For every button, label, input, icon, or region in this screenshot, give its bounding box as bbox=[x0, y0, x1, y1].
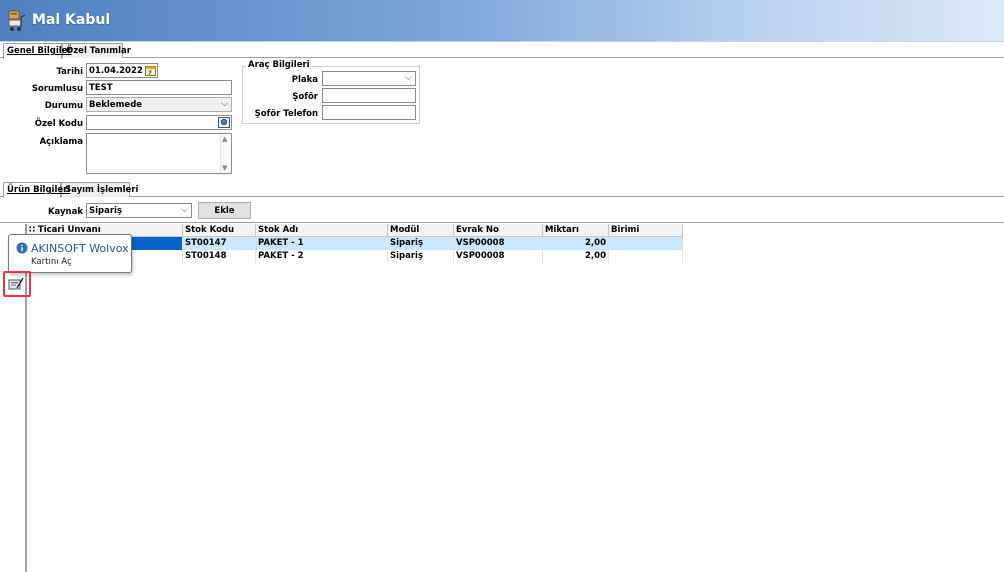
tab-urun-bilgileri[interactable]: Ürün Bilgileri bbox=[3, 182, 70, 198]
ozel-kodu-field[interactable] bbox=[86, 115, 232, 130]
tooltip-subtitle: Kartını Aç bbox=[31, 257, 72, 267]
cell-evrak-no[interactable]: VSP00008 bbox=[454, 250, 543, 263]
tooltip-popup: AKINSOFT Wolvox Kartını Aç bbox=[8, 234, 132, 273]
col-label: Birimi bbox=[611, 225, 640, 235]
tab-label: Ürün Bilgileri bbox=[7, 185, 71, 195]
sorumlusu-field[interactable]: TEST bbox=[86, 80, 232, 95]
tab-sayim-islemleri[interactable]: Sayım İşlemleri bbox=[61, 182, 138, 197]
tooltip-title: AKINSOFT Wolvox bbox=[31, 242, 129, 255]
tab-genel-bilgiler[interactable]: Genel Bilgiler bbox=[3, 43, 72, 59]
scroll-up-icon: ▲ bbox=[222, 135, 228, 143]
open-card-icon[interactable] bbox=[8, 277, 24, 291]
col-modul[interactable]: Modül bbox=[388, 224, 454, 237]
tab-label: Sayım İşlemleri bbox=[65, 185, 139, 195]
kaynak-select[interactable]: Sipariş ⌵ bbox=[86, 203, 192, 218]
tab-label: Genel Bilgiler bbox=[7, 46, 72, 56]
tarihi-label: Tarihi bbox=[56, 67, 83, 77]
aciklama-scrollbar[interactable]: ▲ ▼ bbox=[220, 134, 231, 173]
product-grid: ∷ Ticari Unvanı Stok Kodu Stok Adı Modül… bbox=[26, 224, 1004, 572]
window-titlebar: Mal Kabul bbox=[0, 0, 1004, 42]
cell-stok-kodu[interactable]: ST00148 bbox=[183, 250, 256, 263]
cell-stok-kodu[interactable]: ST00147 bbox=[183, 237, 256, 250]
top-tabstrip: Genel Bilgiler Özel Tanımlar bbox=[0, 43, 1004, 59]
col-label: Stok Adı bbox=[258, 225, 299, 235]
cell-birimi[interactable] bbox=[609, 250, 683, 263]
tab-label: Özel Tanımlar bbox=[66, 46, 131, 56]
aciklama-textarea[interactable]: ▲ ▼ bbox=[86, 133, 232, 174]
info-icon bbox=[16, 242, 28, 254]
sorumlusu-label: Sorumlusu bbox=[31, 84, 83, 94]
col-birimi[interactable]: Birimi bbox=[609, 224, 683, 237]
arac-bilgileri-title: Araç Bilgileri bbox=[246, 60, 312, 70]
aciklama-label: Açıklama bbox=[39, 137, 83, 147]
col-label: Modül bbox=[390, 225, 420, 235]
col-stok-adi[interactable]: Stok Adı bbox=[256, 224, 388, 237]
plaka-label: Plaka bbox=[291, 75, 318, 85]
tarihi-value: 01.04.2022 bbox=[89, 66, 143, 76]
durumu-select[interactable]: Beklemede ⌵ bbox=[86, 97, 232, 112]
sofor-label: Şoför bbox=[292, 92, 318, 102]
cell-miktari[interactable]: 2,00 bbox=[543, 237, 609, 250]
kaynak-value: Sipariş bbox=[89, 206, 123, 216]
sorumlusu-value: TEST bbox=[89, 83, 113, 93]
sofor-field[interactable] bbox=[322, 88, 416, 103]
cell-miktari[interactable]: 2,00 bbox=[543, 250, 609, 263]
cell-birimi[interactable] bbox=[609, 237, 683, 250]
col-label: Miktarı bbox=[545, 225, 579, 235]
search-card-icon[interactable] bbox=[217, 116, 231, 129]
grid-top-border bbox=[0, 222, 1004, 223]
tarihi-field[interactable]: 01.04.2022 7 bbox=[86, 63, 158, 78]
chevron-down-icon: ⌵ bbox=[181, 205, 188, 215]
svg-text:7: 7 bbox=[148, 71, 152, 77]
cell-modul[interactable]: Sipariş bbox=[388, 250, 454, 263]
plaka-select[interactable]: ⌵ bbox=[322, 71, 416, 86]
col-label: Evrak No bbox=[456, 225, 499, 235]
chevron-down-icon: ⌵ bbox=[221, 99, 228, 109]
sofor-telefon-label: Şoför Telefon bbox=[254, 109, 318, 119]
kaynak-label: Kaynak bbox=[47, 207, 83, 217]
cell-stok-adi[interactable]: PAKET - 1 bbox=[256, 237, 388, 250]
window-title: Mal Kabul bbox=[32, 12, 111, 28]
col-evrak-no[interactable]: Evrak No bbox=[454, 224, 543, 237]
durumu-label: Durumu bbox=[44, 101, 83, 111]
col-stok-kodu[interactable]: Stok Kodu bbox=[183, 224, 256, 237]
calendar-icon[interactable]: 7 bbox=[143, 64, 157, 77]
chevron-down-icon: ⌵ bbox=[405, 73, 412, 83]
bottom-tabstrip: Ürün Bilgileri Sayım İşlemleri bbox=[0, 182, 1004, 198]
col-label: Stok Kodu bbox=[185, 225, 235, 235]
durumu-value: Beklemede bbox=[89, 100, 143, 110]
cell-modul[interactable]: Sipariş bbox=[388, 237, 454, 250]
ozel-kodu-label: Özel Kodu bbox=[34, 119, 83, 129]
cell-evrak-no[interactable]: VSP00008 bbox=[454, 237, 543, 250]
col-miktari[interactable]: Miktarı bbox=[543, 224, 609, 237]
warehouse-cart-icon bbox=[8, 10, 26, 31]
cell-stok-adi[interactable]: PAKET - 2 bbox=[256, 250, 388, 263]
scroll-down-icon: ▼ bbox=[222, 164, 228, 172]
sofor-telefon-field[interactable] bbox=[322, 105, 416, 120]
ekle-button[interactable]: Ekle bbox=[198, 202, 251, 219]
